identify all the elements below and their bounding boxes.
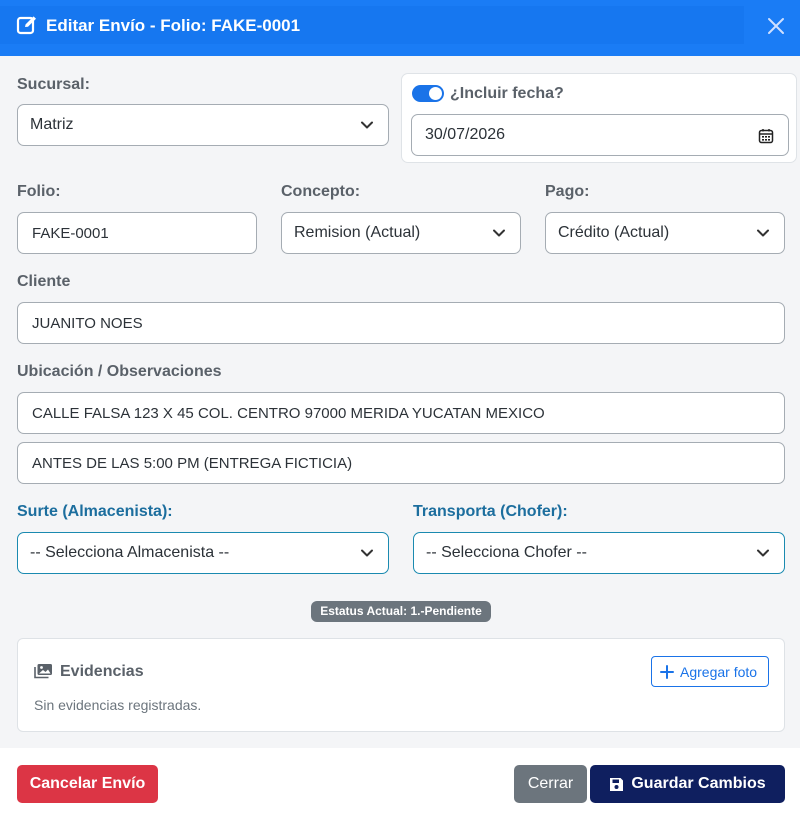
fecha-value: 30/07/2026 <box>425 126 506 143</box>
almacenista-value: -- Selecciona Almacenista -- <box>30 544 230 561</box>
sucursal-label: Sucursal: <box>17 76 90 93</box>
direccion-input[interactable]: CALLE FALSA 123 X 45 COL. CENTRO 97000 M… <box>17 392 785 434</box>
observaciones-input[interactable]: ANTES DE LAS 5:00 PM (ENTREGA FICTICIA) <box>17 442 785 484</box>
incluir-fecha-label: ¿Incluir fecha? <box>450 85 564 102</box>
cancelar-envio-button[interactable]: Cancelar Envío <box>17 765 158 803</box>
close-icon[interactable] <box>764 14 788 38</box>
transporta-label: Transporta (Chofer): <box>413 503 568 520</box>
guardar-cambios-button[interactable]: Guardar Cambios <box>590 765 785 803</box>
sucursal-value: Matriz <box>30 116 74 133</box>
concepto-label: Concepto: <box>281 183 361 200</box>
pago-select[interactable]: Crédito (Actual) <box>545 212 785 254</box>
modal-footer: Cancelar Envío Cerrar Guardar Cambios <box>0 748 800 820</box>
chevron-down-icon <box>757 229 769 237</box>
modal-header: Editar Envío - Folio: FAKE-0001 <box>0 0 800 56</box>
cliente-label: Cliente <box>17 273 71 290</box>
modal-title: Editar Envío - Folio: FAKE-0001 <box>46 16 301 35</box>
chevron-down-icon <box>493 229 505 237</box>
fecha-input[interactable]: 30/07/2026 <box>411 114 789 156</box>
concepto-select[interactable]: Remision (Actual) <box>281 212 521 254</box>
fecha-card: ¿Incluir fecha? 30/07/2026 <box>401 73 797 163</box>
cerrar-button[interactable]: Cerrar <box>514 765 587 803</box>
concepto-value: Remision (Actual) <box>294 224 421 241</box>
chevron-down-icon <box>361 549 373 557</box>
pago-label: Pago: <box>545 183 590 200</box>
evidencias-card: Evidencias Sin evidencias registradas. A… <box>17 638 785 732</box>
chofer-select[interactable]: -- Selecciona Chofer -- <box>413 532 785 574</box>
agregar-foto-button[interactable]: Agregar foto <box>651 656 769 687</box>
edit-icon <box>16 16 36 35</box>
folio-value: FAKE-0001 <box>32 224 109 242</box>
toggle-knob <box>429 87 442 100</box>
status-badge: Estatus Actual: 1.-Pendiente <box>311 601 491 622</box>
evidencias-empty-text: Sin evidencias registradas. <box>34 697 202 713</box>
calendar-icon[interactable] <box>758 128 774 144</box>
direccion-value: CALLE FALSA 123 X 45 COL. CENTRO 97000 M… <box>32 404 545 422</box>
agregar-foto-label: Agregar foto <box>680 663 758 680</box>
chevron-down-icon <box>361 121 373 129</box>
pago-value: Crédito (Actual) <box>558 224 670 241</box>
folio-label: Folio: <box>17 183 61 200</box>
guardar-cambios-label: Guardar Cambios <box>631 775 766 792</box>
evidencias-title: Evidencias <box>60 663 144 680</box>
images-icon <box>34 664 52 679</box>
chevron-down-icon <box>757 549 769 557</box>
chofer-value: -- Selecciona Chofer -- <box>426 544 587 561</box>
almacenista-select[interactable]: -- Selecciona Almacenista -- <box>17 532 389 574</box>
cliente-value: JUANITO NOES <box>32 314 143 332</box>
incluir-fecha-toggle[interactable] <box>412 85 444 102</box>
surte-label: Surte (Almacenista): <box>17 503 173 520</box>
floppy-disk-icon <box>610 777 624 791</box>
sucursal-select[interactable]: Matriz <box>17 104 389 146</box>
plus-icon <box>660 664 674 679</box>
observaciones-value: ANTES DE LAS 5:00 PM (ENTREGA FICTICIA) <box>32 454 353 472</box>
ubicacion-label: Ubicación / Observaciones <box>17 363 222 380</box>
cliente-input[interactable]: JUANITO NOES <box>17 302 785 344</box>
folio-input[interactable]: FAKE-0001 <box>17 212 257 254</box>
